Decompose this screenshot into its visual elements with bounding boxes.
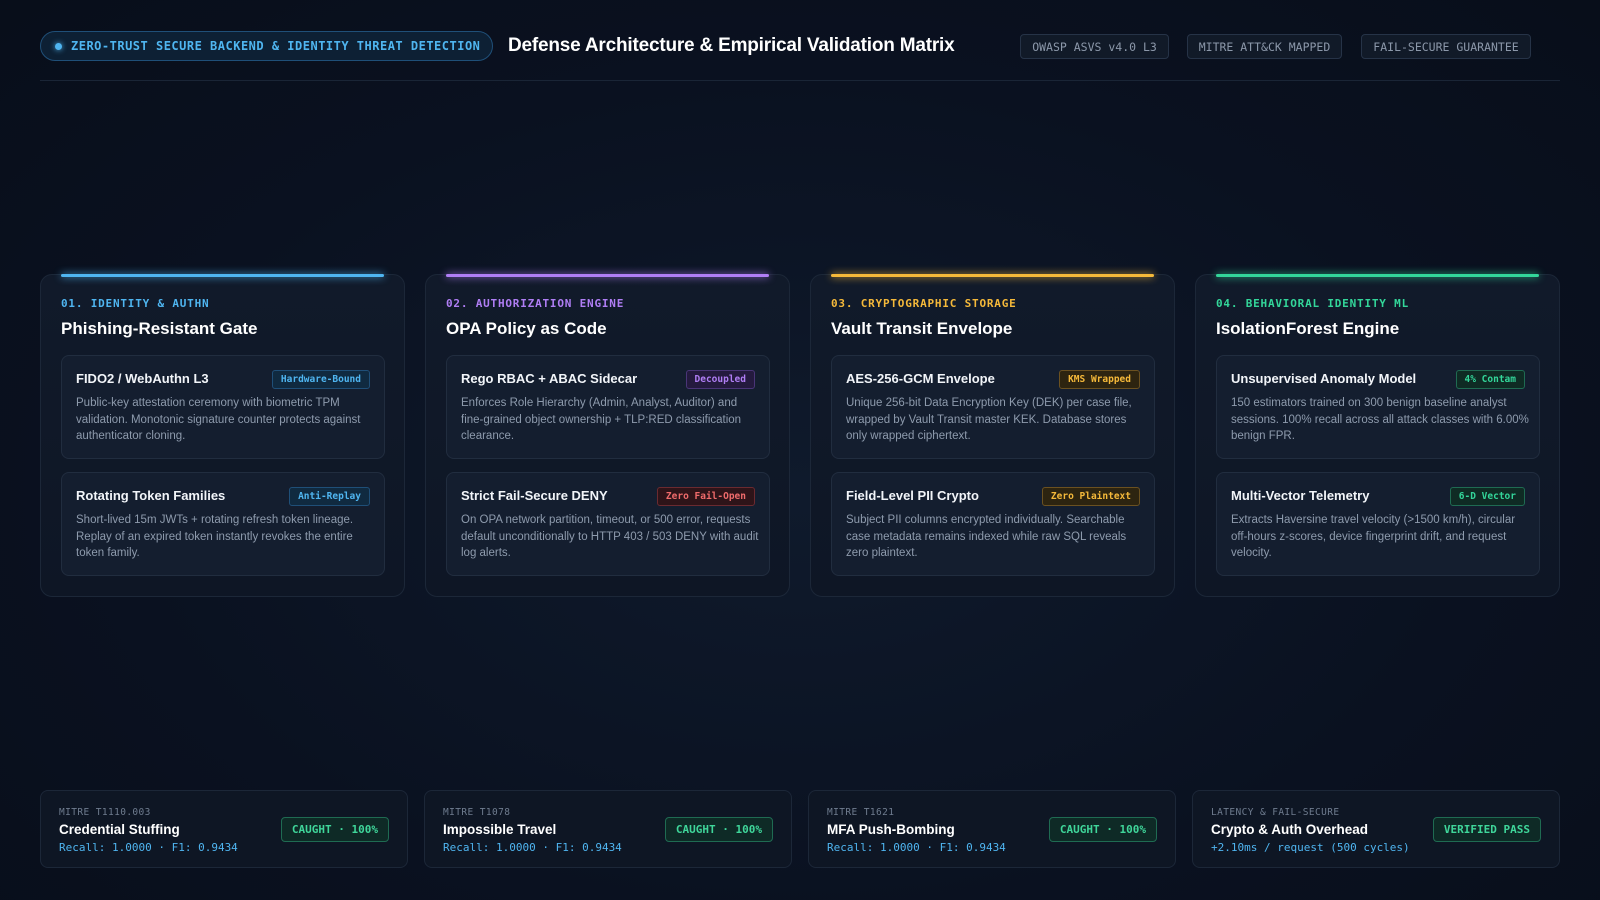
- feature-title: Strict Fail-Secure DENY: [461, 488, 608, 503]
- feature-title: FIDO2 / WebAuthn L3: [76, 371, 209, 386]
- card-accent-bar: [446, 274, 769, 277]
- feature-title: AES-256-GCM Envelope: [846, 371, 995, 386]
- feature-item: Field-Level PII Crypto Zero Plaintext Su…: [831, 472, 1155, 576]
- feature-description: On OPA network partition, timeout, or 50…: [461, 514, 759, 559]
- card-accent-bar: [61, 274, 384, 277]
- feature-badge: KMS Wrapped: [1059, 370, 1140, 389]
- feature-badge: Hardware-Bound: [271, 370, 370, 389]
- metric-card-impossible-travel: MITRE T1078 Impossible Travel Recall: 1.…: [424, 790, 792, 868]
- metric-status-badge: CAUGHT · 100%: [280, 817, 389, 842]
- feature-badge: Decoupled: [685, 370, 755, 389]
- card-cryptographic-storage: 03. CRYPTOGRAPHIC STORAGE Vault Transit …: [810, 274, 1175, 597]
- feature-description: Public-key attestation ceremony with bio…: [76, 397, 361, 442]
- feature-item: FIDO2 / WebAuthn L3 Hardware-Bound Publi…: [61, 355, 385, 459]
- feature-title: Field-Level PII Crypto: [846, 488, 979, 503]
- card-identity-authn: 01. IDENTITY & AUTHN Phishing-Resistant …: [40, 274, 405, 597]
- metric-title: Impossible Travel: [443, 822, 557, 837]
- page-header: ZERO-TRUST SECURE BACKEND & IDENTITY THR…: [40, 31, 1560, 81]
- feature-description: Unique 256-bit Data Encryption Key (DEK)…: [846, 397, 1132, 442]
- card-title: OPA Policy as Code: [446, 319, 607, 338]
- metric-status-badge: CAUGHT · 100%: [1048, 817, 1157, 842]
- feature-title: Multi-Vector Telemetry: [1231, 488, 1370, 503]
- page-title: Defense Architecture & Empirical Validat…: [508, 35, 955, 56]
- feature-badge: 4% Contam: [1455, 370, 1525, 389]
- metric-stat: +2.10ms / request (500 cycles): [1211, 841, 1410, 854]
- metric-card-mfa-push-bombing: MITRE T1621 MFA Push-Bombing Recall: 1.0…: [808, 790, 1176, 868]
- feature-item: Rego RBAC + ABAC Sidecar Decoupled Enfor…: [446, 355, 770, 459]
- feature-badge: Zero Plaintext: [1041, 487, 1140, 506]
- metric-kicker: LATENCY & FAIL-SECURE: [1211, 807, 1340, 818]
- card-title: IsolationForest Engine: [1216, 319, 1400, 338]
- card-authorization-engine: 02. AUTHORIZATION ENGINE OPA Policy as C…: [425, 274, 790, 597]
- card-title: Phishing-Resistant Gate: [61, 319, 258, 338]
- metric-kicker: MITRE T1110.003: [59, 807, 151, 818]
- system-status-pill: ZERO-TRUST SECURE BACKEND & IDENTITY THR…: [40, 31, 493, 61]
- feature-description: 150 estimators trained on 300 benign bas…: [1231, 397, 1529, 442]
- feature-item: AES-256-GCM Envelope KMS Wrapped Unique …: [831, 355, 1155, 459]
- feature-badge: Anti-Replay: [289, 487, 370, 506]
- feature-item: Multi-Vector Telemetry 6-D Vector Extrac…: [1216, 472, 1540, 576]
- metric-kicker: MITRE T1621: [827, 807, 895, 818]
- metric-stat: Recall: 1.0000 · F1: 0.9434: [443, 841, 622, 854]
- feature-description: Subject PII columns encrypted individual…: [846, 514, 1127, 559]
- metric-status-badge: VERIFIED PASS: [1432, 817, 1541, 842]
- card-kicker: 04. BEHAVIORAL IDENTITY ML: [1216, 297, 1409, 310]
- metric-title: MFA Push-Bombing: [827, 822, 955, 837]
- feature-title: Rego RBAC + ABAC Sidecar: [461, 371, 638, 386]
- tag-fail-secure: FAIL-SECURE GUARANTEE: [1361, 34, 1531, 59]
- feature-description: Short-lived 15m JWTs + rotating refresh …: [76, 514, 354, 559]
- metric-card-crypto-auth-overhead: LATENCY & FAIL-SECURE Crypto & Auth Over…: [1192, 790, 1560, 868]
- card-behavioral-identity-ml: 04. BEHAVIORAL IDENTITY ML IsolationFore…: [1195, 274, 1560, 597]
- metric-title: Credential Stuffing: [59, 822, 180, 837]
- metric-status-badge: CAUGHT · 100%: [664, 817, 773, 842]
- card-kicker: 03. CRYPTOGRAPHIC STORAGE: [831, 297, 1017, 310]
- feature-item: Unsupervised Anomaly Model 4% Contam 150…: [1216, 355, 1540, 459]
- feature-item: Rotating Token Families Anti-Replay Shor…: [61, 472, 385, 576]
- card-accent-bar: [1216, 274, 1539, 277]
- metric-stat: Recall: 1.0000 · F1: 0.9434: [827, 841, 1006, 854]
- feature-item: Strict Fail-Secure DENY Zero Fail-Open O…: [446, 472, 770, 576]
- card-kicker: 01. IDENTITY & AUTHN: [61, 297, 210, 310]
- metric-kicker: MITRE T1078: [443, 807, 511, 818]
- feature-description: Extracts Haversine travel velocity (>150…: [1231, 514, 1516, 559]
- status-dot-icon: [55, 42, 62, 50]
- feature-title: Unsupervised Anomaly Model: [1231, 371, 1417, 386]
- feature-badge: 6-D Vector: [1449, 487, 1525, 506]
- feature-title: Rotating Token Families: [76, 488, 226, 503]
- pill-label: ZERO-TRUST SECURE BACKEND & IDENTITY THR…: [71, 39, 481, 53]
- feature-badge: Zero Fail-Open: [656, 487, 755, 506]
- card-title: Vault Transit Envelope: [831, 319, 1013, 338]
- card-kicker: 02. AUTHORIZATION ENGINE: [446, 297, 625, 310]
- feature-description: Enforces Role Hierarchy (Admin, Analyst,…: [461, 397, 742, 442]
- tag-mitre: MITRE ATT&CK MAPPED: [1187, 34, 1342, 59]
- tag-owasp: OWASP ASVS v4.0 L3: [1020, 34, 1169, 59]
- card-accent-bar: [831, 274, 1154, 277]
- metric-title: Crypto & Auth Overhead: [1211, 822, 1369, 837]
- metric-card-credential-stuffing: MITRE T1110.003 Credential Stuffing Reca…: [40, 790, 408, 868]
- metric-stat: Recall: 1.0000 · F1: 0.9434: [59, 841, 238, 854]
